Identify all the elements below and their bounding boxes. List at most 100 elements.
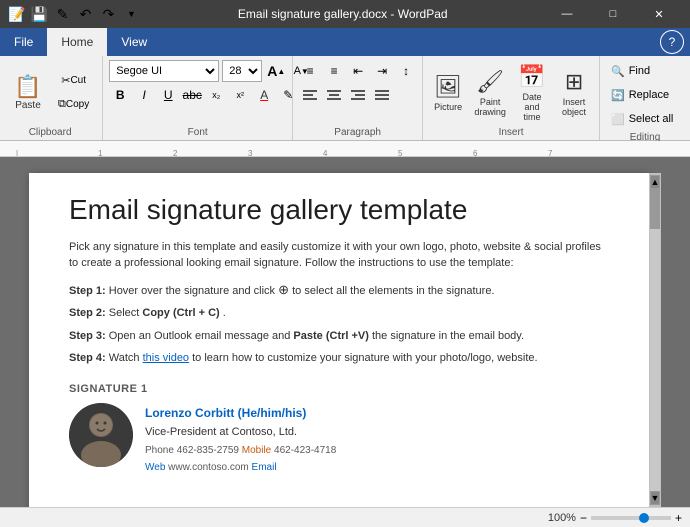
zoom-plus-button[interactable]: + bbox=[675, 511, 682, 525]
scroll-up-button[interactable]: ▲ bbox=[650, 175, 660, 189]
step4-label: Step 4: bbox=[69, 352, 106, 364]
date-icon: 📅 bbox=[518, 64, 545, 90]
document-body: Pick any signature in this template and … bbox=[69, 239, 609, 367]
step1: Step 1: Hover over the signature and cli… bbox=[69, 280, 609, 300]
bullets-button[interactable]: ≡ bbox=[299, 60, 321, 82]
step2-text: Select bbox=[109, 307, 143, 319]
cut-copy-col: ✂ Cut ⧉ Copy bbox=[53, 70, 94, 116]
copy-button[interactable]: ⧉ Copy bbox=[53, 94, 94, 116]
quick-access-toolbar: 💾 ✎ ↶ ↷ ▼ bbox=[29, 4, 141, 24]
paste-button[interactable]: 📋 Paste bbox=[6, 67, 50, 119]
font-size-select[interactable]: 28 bbox=[222, 60, 262, 82]
replace-button[interactable]: 🔄 Replace bbox=[606, 84, 686, 106]
find-button[interactable]: 🔍 Find bbox=[606, 60, 686, 82]
step3: Step 3: Open an Outlook email message an… bbox=[69, 328, 609, 345]
strikethrough-button[interactable]: abc bbox=[181, 84, 203, 106]
step3b-text: Paste (Ctrl +V) bbox=[293, 330, 369, 342]
align-center-icon bbox=[327, 89, 341, 101]
paragraph-body: ≡ ≡ ⇤ ⇥ ↕ bbox=[299, 60, 416, 125]
align-center-button[interactable] bbox=[323, 84, 345, 106]
grow-font-button[interactable]: A▲ bbox=[265, 60, 287, 82]
sig-title: Vice-President at Contoso, Ltd. bbox=[145, 423, 336, 442]
ribbon: 📋 Paste ✂ Cut ⧉ Copy Clipboard bbox=[0, 56, 690, 141]
italic-button[interactable]: I bbox=[133, 84, 155, 106]
scroll-down-button[interactable]: ▼ bbox=[650, 491, 660, 505]
insert-object-button[interactable]: ⊞ Insertobject bbox=[555, 68, 593, 118]
step2c-text: . bbox=[223, 307, 226, 319]
superscript-button[interactable]: x² bbox=[229, 84, 251, 106]
zoom-minus-button[interactable]: − bbox=[580, 511, 587, 525]
increase-indent-button[interactable]: ⇥ bbox=[371, 60, 393, 82]
date-time-button[interactable]: 📅 Date andtime bbox=[513, 68, 551, 118]
step1b-text: to select all the elements in the signat… bbox=[292, 285, 494, 297]
paint-label: Paintdrawing bbox=[474, 97, 506, 117]
picture-button[interactable]: 🖼 Picture bbox=[429, 68, 467, 118]
replace-label: Replace bbox=[629, 89, 669, 101]
file-menu[interactable]: File bbox=[0, 28, 47, 56]
align-left-button[interactable] bbox=[299, 84, 321, 106]
phone-label: Phone bbox=[145, 445, 174, 456]
close-button[interactable]: ✕ bbox=[636, 0, 682, 28]
font-color-button[interactable]: A bbox=[253, 84, 275, 106]
paste-label: Paste bbox=[15, 100, 41, 111]
minimize-button[interactable]: — bbox=[544, 0, 590, 28]
ribbon-rows: 📋 Paste ✂ Cut ⧉ Copy Clipboard bbox=[0, 56, 690, 140]
cut-label: Cut bbox=[70, 75, 86, 86]
app-icon: 📝 bbox=[8, 6, 25, 23]
subscript-button[interactable]: x₂ bbox=[205, 84, 227, 106]
title-bar: 📝 💾 ✎ ↶ ↷ ▼ Email signature gallery.docx… bbox=[0, 0, 690, 28]
step1-text: Hover over the signature and click bbox=[109, 285, 278, 297]
paragraph-row2 bbox=[299, 84, 393, 106]
cursor-icon: ⊕ bbox=[278, 282, 289, 297]
zoom-slider[interactable] bbox=[591, 516, 671, 520]
document-page[interactable]: Email signature gallery template Pick an… bbox=[29, 173, 649, 507]
quick-access-dropdown[interactable]: ▼ bbox=[121, 4, 141, 24]
step2: Step 2: Select Copy (Ctrl + C) . bbox=[69, 305, 609, 322]
paint-icon: 🖌 bbox=[476, 69, 504, 95]
paint-drawing-button[interactable]: 🖌 Paintdrawing bbox=[471, 68, 509, 118]
view-tab[interactable]: View bbox=[107, 28, 161, 56]
select-all-button[interactable]: ⬜ Select all bbox=[606, 108, 686, 130]
scroll-thumb[interactable] bbox=[650, 189, 660, 229]
help-button[interactable]: ? bbox=[660, 30, 684, 54]
home-tab[interactable]: Home bbox=[47, 28, 107, 56]
signature-info: Lorenzo Corbitt (He/him/his) Vice-Presid… bbox=[145, 403, 336, 476]
signature-header: SIGNATURE 1 bbox=[69, 383, 609, 395]
align-right-button[interactable] bbox=[347, 84, 369, 106]
underline-button[interactable]: U bbox=[157, 84, 179, 106]
this-video-link[interactable]: this video bbox=[143, 352, 189, 364]
signature-avatar bbox=[69, 403, 133, 467]
copy-label: Copy bbox=[66, 99, 89, 110]
cut-button[interactable]: ✂ Cut bbox=[53, 70, 94, 92]
justify-button[interactable] bbox=[371, 84, 393, 106]
undo-quick-icon[interactable]: ↶ bbox=[75, 4, 95, 24]
step4b-text: to learn how to customize your signature… bbox=[192, 352, 537, 364]
numbering-button[interactable]: ≡ bbox=[323, 60, 345, 82]
bold-button[interactable]: B bbox=[109, 84, 131, 106]
maximize-button[interactable]: □ bbox=[590, 0, 636, 28]
clipboard-label: Clipboard bbox=[6, 125, 94, 138]
copy-icon: ⧉ bbox=[58, 98, 66, 111]
step3-text: Open an Outlook email message and bbox=[109, 330, 294, 342]
insert-section: 🖼 Picture 🖌 Paintdrawing 📅 Date andtime … bbox=[423, 56, 600, 140]
line-spacing-button[interactable]: ↕ bbox=[395, 60, 417, 82]
date-label: Date andtime bbox=[514, 92, 550, 122]
ruler-mark-8: 7 bbox=[548, 149, 552, 158]
font-family-select[interactable]: Segoe UI bbox=[109, 60, 219, 82]
edit-quick-icon[interactable]: ✎ bbox=[52, 4, 72, 24]
font-format-row: B I U abc x₂ x² A ✎ bbox=[109, 84, 299, 106]
step4-text: Watch bbox=[109, 352, 143, 364]
redo-quick-icon[interactable]: ↷ bbox=[98, 4, 118, 24]
replace-icon: 🔄 bbox=[611, 89, 625, 102]
ruler-mark-5: 4 bbox=[323, 149, 327, 158]
email-label: Email bbox=[252, 462, 277, 473]
scrollbar[interactable]: ▲ ▼ bbox=[649, 173, 661, 507]
paste-icon: 📋 bbox=[14, 74, 41, 100]
save-quick-icon[interactable]: 💾 bbox=[29, 4, 49, 24]
justify-icon bbox=[375, 89, 389, 101]
find-icon: 🔍 bbox=[611, 65, 625, 78]
insert-body: 🖼 Picture 🖌 Paintdrawing 📅 Date andtime … bbox=[429, 60, 593, 125]
decrease-indent-button[interactable]: ⇤ bbox=[347, 60, 369, 82]
mobile-number: 462-423-4718 bbox=[274, 445, 336, 456]
mobile-label: Mobile bbox=[242, 445, 271, 456]
